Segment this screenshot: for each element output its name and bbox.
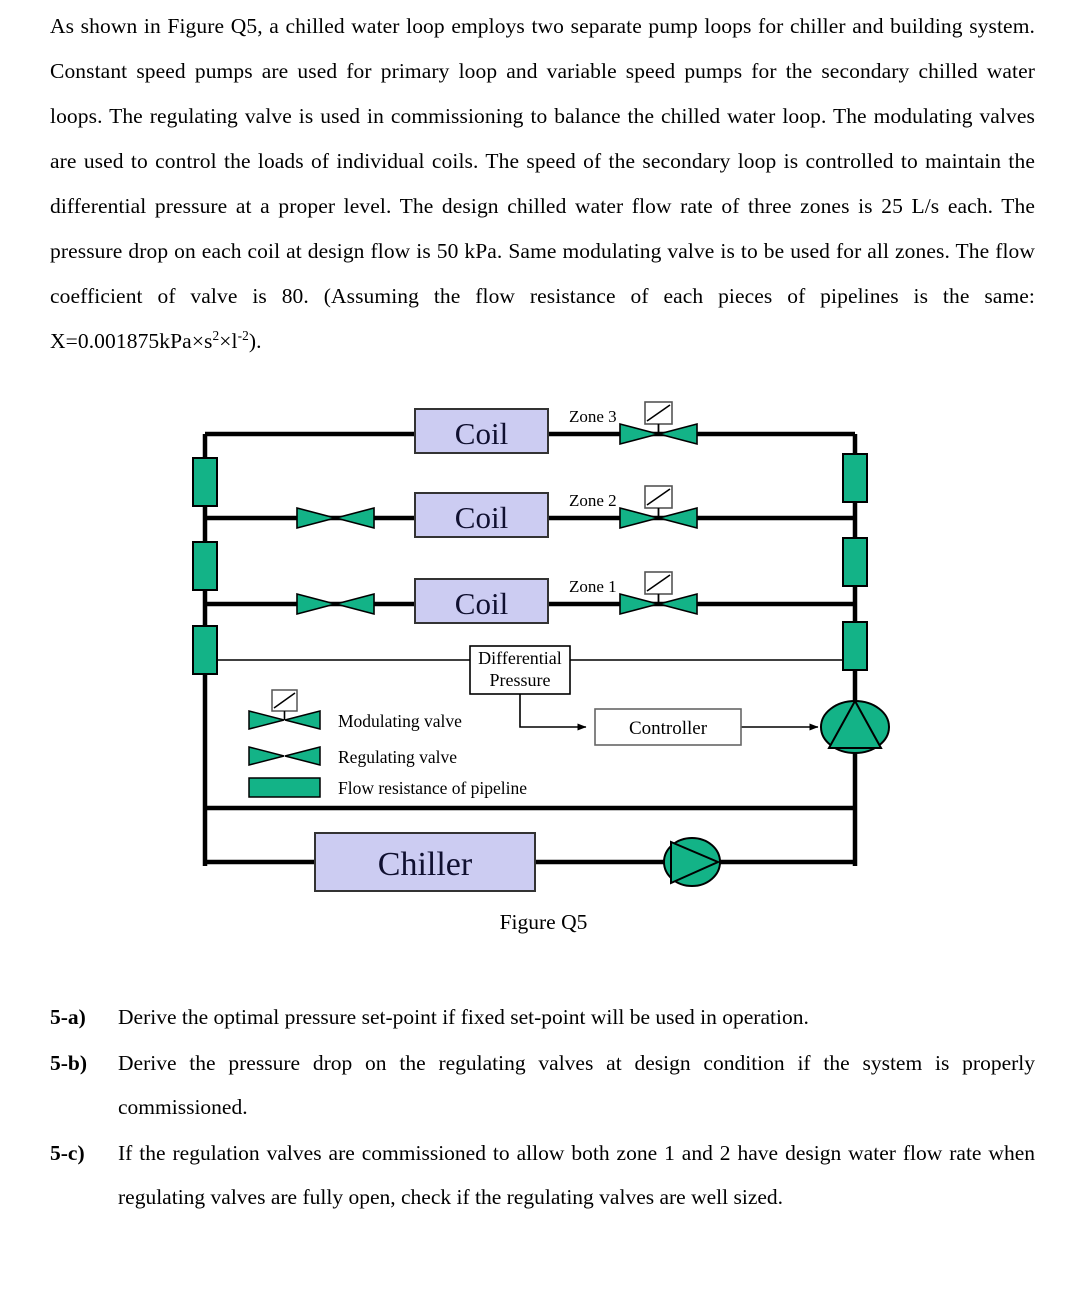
formula-suffix: ). <box>248 329 262 353</box>
question-label-5a: 5-a) <box>50 1005 86 1029</box>
intro-paragraph: As shown in Figure Q5, a chilled water l… <box>50 4 1035 364</box>
coil-label-zone-1: Coil <box>455 586 508 621</box>
legend-label-modulating-valve: Modulating valve <box>338 711 462 731</box>
flow-resistance-left-1 <box>192 457 218 507</box>
modulating-valve-zone-1 <box>619 571 698 616</box>
modulating-valve-body-left-zone-1 <box>619 592 662 616</box>
modulating-valve-body-left-zone-2 <box>619 506 662 530</box>
controller-label: Controller <box>629 718 708 739</box>
legend-modulating-body-right <box>284 710 321 730</box>
modulating-valve-zone-3 <box>619 401 698 446</box>
formula-mid: ×l <box>219 329 238 353</box>
formula-sup-2: -2 <box>237 327 249 343</box>
secondary-variable-speed-pump <box>820 698 890 754</box>
legend-regulating-body-left <box>248 746 285 766</box>
differential-pressure-box: Differential Pressure <box>469 645 571 695</box>
modulating-valve-body-right-zone-1 <box>655 592 698 616</box>
legend-label-regulating-valve: Regulating valve <box>338 747 457 767</box>
legend-regulating-body-right <box>284 746 321 766</box>
question-text-5b: Derive the pressure drop on the regulati… <box>118 1051 1035 1119</box>
differential-pressure-label-line-2: Pressure <box>490 670 551 690</box>
flow-resistance-blocks-right <box>842 453 868 671</box>
question-text-5a: Derive the optimal pressure set-point if… <box>118 1005 809 1029</box>
primary-constant-speed-pump <box>663 837 721 887</box>
controller-box: Controller <box>594 708 742 746</box>
document-page: As shown in Figure Q5, a chilled water l… <box>0 0 1087 1296</box>
figure-legend: Modulating valve Regulating valve Flow r… <box>248 689 527 798</box>
legend-symbol-modulating-valve <box>248 689 321 730</box>
legend-modulating-body-left <box>248 710 285 730</box>
differential-pressure-label-line-1: Differential <box>478 648 562 668</box>
coil-boxes: Coil Coil Coil <box>414 408 549 624</box>
formula-prefix: X=0.001875kPa×s <box>50 329 213 353</box>
modulating-valve-zone-2 <box>619 485 698 530</box>
questions-list: 5-a) Derive the optimal pressure set-poi… <box>50 995 1035 1221</box>
coil-label-zone-3: Coil <box>455 416 508 451</box>
formula-expression: X=0.001875kPa×s2×l-2). <box>50 329 262 353</box>
question-label-5b: 5-b) <box>50 1051 88 1075</box>
modulating-valve-body-right-zone-3 <box>655 422 698 446</box>
chiller-box: Chiller <box>314 832 536 892</box>
regulating-valve-body-left-zone-2 <box>296 506 339 530</box>
flow-resistance-right-3 <box>842 621 868 671</box>
regulating-valve-zone-2 <box>296 506 375 530</box>
intro-text: As shown in Figure Q5, a chilled water l… <box>50 14 1035 308</box>
zone-label-2: Zone 2 <box>569 491 617 510</box>
legend-symbol-regulating-valve <box>248 746 321 766</box>
zone-label-1: Zone 1 <box>569 577 617 596</box>
question-item-5b: 5-b) Derive the pressure drop on the reg… <box>50 1041 1035 1129</box>
figure-caption: Figure Q5 <box>499 910 588 934</box>
regulating-valve-body-left-zone-1 <box>296 592 339 616</box>
figure-q5-diagram: Coil Coil Coil Zone 3 Zone 2 Zone 1 Diff… <box>0 396 1087 906</box>
legend-label-flow-resistance: Flow resistance of pipeline <box>338 778 527 798</box>
regulating-valve-body-right-zone-2 <box>332 506 375 530</box>
flow-resistance-right-1 <box>842 453 868 503</box>
dp-to-controller-link <box>519 694 587 731</box>
flow-resistance-right-2 <box>842 537 868 587</box>
question-label-5c: 5-c) <box>50 1141 85 1165</box>
question-text-5c: If the regulation valves are commissione… <box>118 1141 1035 1209</box>
regulating-valve-body-right-zone-1 <box>332 592 375 616</box>
flow-resistance-left-3 <box>192 625 218 675</box>
modulating-valve-body-right-zone-2 <box>655 506 698 530</box>
zone-label-3: Zone 3 <box>569 407 617 426</box>
question-item-5a: 5-a) Derive the optimal pressure set-poi… <box>50 995 1035 1039</box>
flow-resistance-left-2 <box>192 541 218 591</box>
legend-symbol-flow-resistance <box>248 777 321 798</box>
coil-label-zone-2: Coil <box>455 500 508 535</box>
regulating-valve-zone-1 <box>296 592 375 616</box>
chilled-water-loop-schematic: Coil Coil Coil Zone 3 Zone 2 Zone 1 Diff… <box>192 401 890 892</box>
flow-resistance-blocks-left <box>192 457 218 675</box>
chiller-label: Chiller <box>378 846 473 883</box>
modulating-valve-body-left-zone-3 <box>619 422 662 446</box>
question-item-5c: 5-c) If the regulation valves are commis… <box>50 1131 1035 1219</box>
